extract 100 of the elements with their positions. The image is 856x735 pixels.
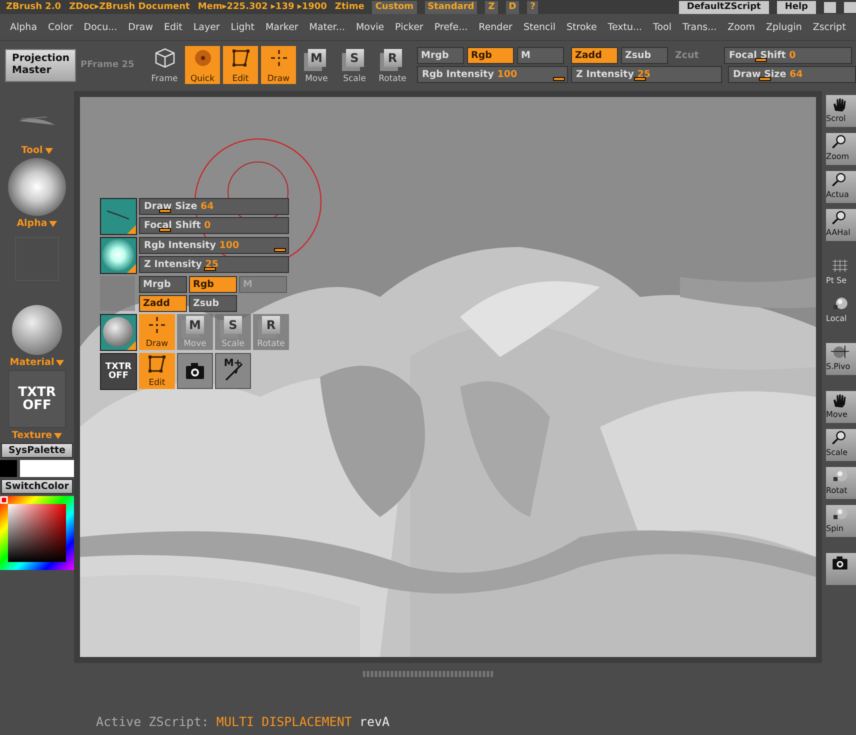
menu-item[interactable]: Stencil bbox=[523, 22, 556, 32]
mode-button[interactable]: Zsub bbox=[189, 295, 237, 312]
slider[interactable]: Focal Shift 0 bbox=[724, 47, 852, 64]
view-button[interactable]: Pt Se bbox=[826, 257, 856, 289]
palette-menu-button[interactable]: Texture bbox=[12, 430, 62, 441]
edit-frame-icon bbox=[230, 47, 252, 69]
title-button[interactable]: Help bbox=[776, 0, 816, 14]
switchcolor-button[interactable]: SwitchColor bbox=[1, 479, 73, 494]
menu-item[interactable]: Zscript bbox=[812, 22, 846, 32]
view-button[interactable]: S.Pivo bbox=[826, 343, 856, 375]
status-label: Active ZScript: bbox=[96, 714, 210, 729]
maximize-icon[interactable] bbox=[844, 2, 856, 12]
slider[interactable]: Rgb Intensity 100 bbox=[417, 66, 568, 83]
menu-item[interactable]: Mater... bbox=[309, 22, 345, 32]
view-button[interactable]: Rotat bbox=[826, 467, 856, 499]
mode-button[interactable]: Mrgb bbox=[417, 47, 464, 64]
material-thumbnail[interactable] bbox=[100, 314, 137, 351]
slider-thumb[interactable] bbox=[274, 248, 286, 252]
view-button[interactable]: Scrol bbox=[826, 95, 856, 127]
needle-plus-button[interactable]: M+ bbox=[215, 353, 251, 389]
view-button[interactable]: Zoom bbox=[826, 133, 856, 165]
palette-menu-button[interactable]: Tool bbox=[21, 145, 53, 156]
title-button[interactable]: D bbox=[506, 0, 520, 14]
rotate-button[interactable]: R Rotate bbox=[253, 314, 289, 350]
menu-item[interactable]: Stroke bbox=[566, 22, 597, 32]
view-button[interactable]: Local bbox=[826, 295, 856, 327]
menu-item[interactable]: Textu... bbox=[608, 22, 642, 32]
snapshot-button[interactable] bbox=[177, 353, 213, 389]
projection-master-button[interactable]: Projection Master bbox=[5, 48, 76, 82]
menu-item[interactable]: Zoom bbox=[728, 22, 755, 32]
edit-button[interactable]: Edit bbox=[223, 46, 258, 84]
resize-handle[interactable] bbox=[363, 671, 493, 677]
menu-item[interactable]: Movie bbox=[356, 22, 384, 32]
menu-item[interactable]: Prefe... bbox=[434, 22, 468, 32]
menu-item[interactable]: Alpha bbox=[10, 22, 38, 32]
menu-item[interactable]: Edit bbox=[164, 22, 182, 32]
slider-thumb[interactable] bbox=[159, 209, 172, 213]
slider[interactable]: Z Intensity 25 bbox=[139, 256, 289, 273]
rotate-button[interactable]: R Rotate bbox=[375, 46, 410, 84]
view-button[interactable]: Actua bbox=[826, 171, 856, 203]
mode-button[interactable]: Zsub bbox=[621, 47, 668, 64]
thumbnail-slot bbox=[100, 276, 135, 311]
material-thumbnail[interactable] bbox=[12, 305, 62, 355]
mode-button[interactable]: M bbox=[517, 47, 564, 64]
quick-button[interactable]: Quick bbox=[185, 46, 220, 84]
color-picker[interactable] bbox=[0, 496, 74, 570]
slider[interactable]: Draw Size 64 bbox=[728, 66, 856, 83]
palette-menu-button[interactable]: Material bbox=[10, 357, 64, 368]
scale-button[interactable]: S Scale bbox=[337, 46, 372, 84]
menu-item[interactable]: Draw bbox=[128, 22, 153, 32]
mode-button[interactable]: Rgb bbox=[189, 276, 237, 293]
mode-button[interactable]: Zadd bbox=[571, 47, 618, 64]
slider-thumb[interactable] bbox=[754, 58, 766, 62]
view-button[interactable]: Scale bbox=[826, 429, 856, 461]
script-version: revA bbox=[359, 714, 390, 729]
title-button[interactable]: Standard bbox=[424, 0, 478, 14]
slider[interactable]: Focal Shift 0 bbox=[139, 217, 289, 234]
mode-button[interactable]: Zadd bbox=[139, 295, 187, 312]
menu-item[interactable]: Light bbox=[230, 22, 255, 32]
slider-thumb[interactable] bbox=[758, 77, 770, 81]
slider-thumb[interactable] bbox=[159, 228, 172, 232]
draw-button[interactable]: Draw bbox=[139, 314, 175, 350]
slider[interactable]: Rgb Intensity 100 bbox=[139, 237, 289, 254]
palette-menu-button[interactable]: Alpha bbox=[16, 218, 58, 229]
view-button[interactable]: AAHal bbox=[826, 209, 856, 241]
view-button[interactable]: Move bbox=[826, 391, 856, 423]
texture-thumbnail[interactable]: TXTR OFF bbox=[100, 353, 137, 390]
menu-item[interactable]: Marker bbox=[265, 22, 298, 32]
title-button[interactable]: Custom bbox=[372, 0, 417, 14]
view-button[interactable]: Spin bbox=[826, 505, 856, 537]
title-button[interactable]: Z bbox=[485, 0, 498, 14]
menu-item[interactable]: Picker bbox=[395, 22, 424, 32]
frame-button[interactable]: Frame bbox=[147, 46, 182, 84]
secondary-color-swatch[interactable] bbox=[20, 460, 74, 477]
menu-item[interactable]: Render bbox=[478, 22, 512, 32]
minimize-icon[interactable] bbox=[824, 2, 836, 12]
slider-thumb[interactable] bbox=[553, 77, 565, 81]
draw-button[interactable]: Draw bbox=[261, 46, 296, 84]
menu-item[interactable]: Trans... bbox=[682, 22, 717, 32]
mode-button[interactable]: Rgb bbox=[467, 47, 514, 64]
tool-thumbnail[interactable] bbox=[100, 198, 137, 235]
primary-color-swatch[interactable] bbox=[0, 460, 17, 477]
texture-thumbnail[interactable]: TXTR OFF bbox=[8, 370, 66, 428]
menu-item[interactable]: Docu... bbox=[84, 22, 118, 32]
view-button[interactable] bbox=[826, 553, 856, 585]
scale-button[interactable]: S Scale bbox=[215, 314, 251, 350]
move-button[interactable]: M Move bbox=[299, 46, 334, 84]
mode-button[interactable]: Mrgb bbox=[139, 276, 187, 293]
title-button[interactable]: ? bbox=[527, 0, 538, 14]
menu-item[interactable]: Color bbox=[48, 22, 73, 32]
menu-item[interactable]: Layer bbox=[193, 22, 220, 32]
move-button[interactable]: M Move bbox=[177, 314, 213, 350]
edit-button[interactable]: Edit bbox=[139, 353, 175, 389]
title-button[interactable]: DefaultZScript bbox=[678, 0, 769, 14]
slider[interactable]: Draw Size 64 bbox=[139, 198, 289, 215]
menu-item[interactable]: Tool bbox=[653, 22, 672, 32]
slider-thumb[interactable] bbox=[204, 267, 216, 271]
alpha-thumbnail[interactable] bbox=[100, 237, 137, 274]
menu-item[interactable]: Zplugin bbox=[766, 22, 802, 32]
syspalette-button[interactable]: SysPalette bbox=[1, 443, 73, 458]
